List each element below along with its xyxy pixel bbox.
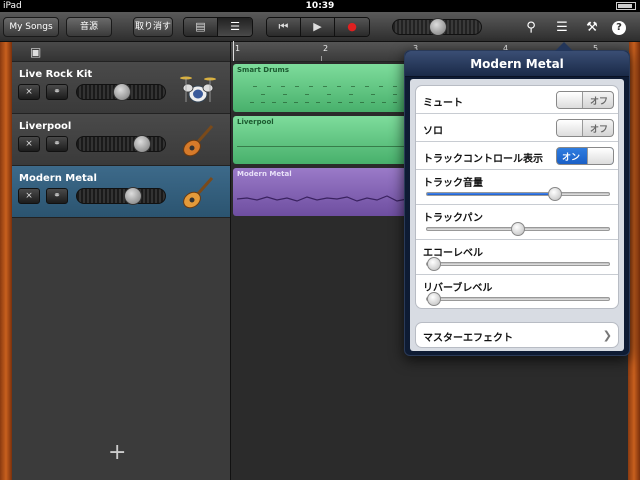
track-volume-slider[interactable] bbox=[426, 187, 610, 201]
slider-thumb[interactable] bbox=[511, 222, 525, 236]
undo-button[interactable]: 取り消す bbox=[133, 17, 173, 37]
battery-icon bbox=[616, 2, 636, 10]
track-volume-slider[interactable] bbox=[76, 135, 166, 153]
echo-level-row: エコーレベル bbox=[416, 240, 618, 275]
track-volume-knob[interactable] bbox=[133, 135, 151, 153]
mute-label: ミュート bbox=[423, 98, 463, 109]
track-name: Liverpool bbox=[19, 121, 72, 132]
slider-thumb[interactable] bbox=[427, 292, 441, 306]
solo-toggle[interactable]: オフ bbox=[556, 119, 614, 137]
toggle-knob bbox=[587, 148, 613, 164]
electric-guitar-icon bbox=[183, 125, 214, 157]
reverb-level-slider[interactable] bbox=[426, 292, 610, 306]
status-bar: iPad 10:39 bbox=[0, 0, 640, 12]
my-songs-button[interactable]: My Songs bbox=[3, 17, 59, 37]
slider-thumb[interactable] bbox=[427, 257, 441, 271]
reverb-level-row: リバーブレベル bbox=[416, 275, 618, 308]
instrument-view-icon[interactable]: ▤ bbox=[184, 18, 218, 36]
track-pan-slider[interactable] bbox=[426, 222, 610, 236]
master-volume-knob[interactable] bbox=[429, 18, 447, 36]
track-row[interactable]: Live Rock Kit ⨯ ⚭ bbox=[12, 62, 230, 114]
track-name: Modern Metal bbox=[19, 173, 97, 184]
mute-toggle[interactable]: オフ bbox=[556, 91, 614, 109]
left-wood-panel bbox=[0, 42, 12, 480]
master-effects-row[interactable]: マスターエフェクト ❯ bbox=[416, 323, 618, 347]
echo-level-slider[interactable] bbox=[426, 257, 610, 271]
track-volume-row: トラック音量 bbox=[416, 170, 618, 205]
track-volume-slider[interactable] bbox=[76, 83, 166, 101]
electric-guitar-icon bbox=[183, 177, 214, 209]
toolbar: My Songs 音源 取り消す ▤ ☰ ⏮ ▶ ● ⚲ ☰ ⚒ ? bbox=[0, 12, 640, 42]
play-icon[interactable]: ▶ bbox=[301, 18, 335, 36]
tracks-view-icon[interactable]: ☰ bbox=[218, 18, 252, 36]
master-effects-label: マスターエフェクト bbox=[423, 333, 513, 344]
mixer-icon[interactable]: ☰ bbox=[553, 19, 571, 37]
track-controls-label: トラックコントロール表示 bbox=[423, 154, 543, 165]
track-list-header: ▣ bbox=[12, 42, 230, 62]
mute-button[interactable]: ⨯ bbox=[18, 188, 40, 204]
chevron-right-icon: ❯ bbox=[602, 329, 612, 342]
track-row[interactable]: Liverpool ⨯ ⚭ bbox=[12, 114, 230, 166]
slider-thumb[interactable] bbox=[548, 187, 562, 201]
popover-arrow bbox=[555, 42, 573, 51]
rewind-icon[interactable]: ⏮ bbox=[267, 18, 301, 36]
track-controls-row: トラックコントロール表示 オン bbox=[416, 142, 618, 170]
track-settings-group: ミュート オフ ソロ オフ トラックコントロール表示 オン トラック音量 トラッ… bbox=[415, 85, 619, 309]
add-track-button[interactable]: + bbox=[108, 440, 126, 465]
drum-kit-icon bbox=[180, 76, 216, 103]
track-settings-popover: Modern Metal ミュート オフ ソロ オフ トラックコントロール表示 bbox=[404, 42, 630, 356]
ruler-tick bbox=[321, 56, 322, 61]
transport-controls: ⏮ ▶ ● bbox=[266, 17, 370, 37]
mute-button[interactable]: ⨯ bbox=[18, 84, 40, 100]
ruler-mark: 1 bbox=[235, 44, 241, 53]
help-icon[interactable]: ? bbox=[612, 21, 626, 35]
solo-button[interactable]: ⚭ bbox=[46, 188, 68, 204]
playhead[interactable] bbox=[233, 41, 234, 61]
toggle-state: オフ bbox=[589, 97, 608, 107]
region-name: Smart Drums bbox=[237, 66, 290, 74]
track-pan-label: トラックパン bbox=[423, 213, 483, 224]
toggle-knob bbox=[557, 92, 583, 108]
popover-title: Modern Metal bbox=[405, 51, 629, 77]
mute-row: ミュート オフ bbox=[416, 86, 618, 114]
track-volume-label: トラック音量 bbox=[423, 178, 483, 189]
wrench-icon[interactable]: ⚒ bbox=[583, 19, 601, 37]
metronome-icon[interactable]: ⚲ bbox=[522, 19, 540, 37]
solo-button[interactable]: ⚭ bbox=[46, 136, 68, 152]
instrument-button[interactable]: 音源 bbox=[66, 17, 112, 37]
master-volume-slider[interactable] bbox=[392, 18, 482, 36]
track-row-selected[interactable]: Modern Metal ⨯ ⚭ bbox=[12, 166, 230, 218]
track-controls-toggle[interactable]: オン bbox=[556, 147, 614, 165]
view-switch: ▤ ☰ bbox=[183, 17, 253, 37]
slider-fill bbox=[427, 193, 558, 195]
ruler-mark: 2 bbox=[323, 44, 329, 53]
record-icon[interactable]: ● bbox=[335, 18, 369, 36]
solo-button[interactable]: ⚭ bbox=[46, 84, 68, 100]
region-name: Modern Metal bbox=[237, 170, 292, 178]
add-track-icon[interactable]: ▣ bbox=[30, 45, 41, 59]
master-effects-group: マスターエフェクト ❯ bbox=[415, 322, 619, 348]
popover-body: ミュート オフ ソロ オフ トラックコントロール表示 オン トラック音量 トラッ… bbox=[410, 79, 624, 351]
region-name: Liverpool bbox=[237, 118, 274, 126]
track-volume-slider[interactable] bbox=[76, 187, 166, 205]
solo-row: ソロ オフ bbox=[416, 114, 618, 142]
toggle-state: オン bbox=[562, 153, 581, 163]
track-name: Live Rock Kit bbox=[19, 69, 93, 80]
track-pan-row: トラックパン bbox=[416, 205, 618, 240]
toggle-state: オフ bbox=[589, 125, 608, 135]
track-list: ▣ Live Rock Kit ⨯ ⚭ Liverpool ⨯ ⚭ Modern… bbox=[12, 42, 230, 480]
track-volume-knob[interactable] bbox=[113, 83, 131, 101]
track-volume-knob[interactable] bbox=[124, 187, 142, 205]
mute-button[interactable]: ⨯ bbox=[18, 136, 40, 152]
clock: 10:39 bbox=[305, 1, 335, 11]
toggle-knob bbox=[557, 120, 583, 136]
solo-label: ソロ bbox=[423, 126, 443, 137]
